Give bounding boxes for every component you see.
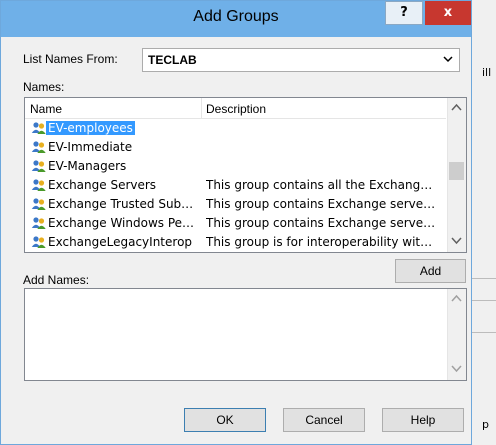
list-header: Name Description — [25, 98, 446, 119]
list-item-description: This group contains all the Exchange ser… — [206, 178, 438, 192]
list-item[interactable]: EV-Managers — [25, 157, 446, 176]
chevron-down-icon — [443, 56, 453, 63]
list-names-from-label: List Names From: — [23, 52, 118, 66]
names-list[interactable]: Name Description EV-employees EV-Immediat… — [24, 97, 467, 253]
list-item[interactable]: Exchange Trusted Subsystem This group con… — [25, 195, 446, 214]
scroll-down-button[interactable] — [448, 361, 465, 378]
group-users-icon — [31, 198, 46, 210]
chevron-up-icon — [451, 294, 462, 302]
list-item-description: This group contains Exchange servers tha… — [206, 216, 438, 230]
close-button[interactable]: x — [425, 1, 471, 25]
add-groups-dialog: Add Groups ? x List Names From: TECLAB N… — [0, 0, 472, 445]
list-item-name: EV-Managers — [48, 159, 127, 173]
group-users-icon — [31, 236, 46, 248]
group-users-icon — [31, 160, 46, 172]
list-names-from-value: TECLAB — [148, 53, 197, 67]
add-names-scrollbar[interactable] — [447, 289, 466, 380]
list-item-name: Exchange Windows Permissions — [48, 216, 198, 230]
list-item-name: Exchange Servers — [48, 178, 157, 192]
list-item-description: This group contains Exchange servers tha… — [206, 197, 438, 211]
background-text: ill — [482, 66, 492, 79]
background-divider — [470, 332, 496, 333]
scroll-down-button[interactable] — [448, 233, 465, 250]
vertical-scrollbar[interactable] — [447, 98, 466, 252]
help-button[interactable]: Help — [382, 408, 464, 432]
cancel-button[interactable]: Cancel — [283, 408, 365, 432]
add-names-textarea[interactable] — [24, 288, 467, 381]
list-item[interactable]: Exchange Windows Permissions This group c… — [25, 214, 446, 233]
column-separator[interactable] — [201, 98, 202, 118]
column-header-description[interactable]: Description — [206, 102, 266, 116]
add-button[interactable]: Add — [395, 259, 466, 283]
help-title-button[interactable]: ? — [385, 1, 423, 25]
scroll-up-button[interactable] — [448, 291, 465, 308]
list-item[interactable]: EV-Immediate — [25, 138, 446, 157]
list-item-name: ExchangeLegacyInterop — [48, 235, 193, 249]
list-item-name: Exchange Trusted Subsystem — [48, 197, 198, 211]
background-text: p — [482, 418, 489, 431]
ok-button[interactable]: OK — [184, 408, 266, 432]
chevron-up-icon — [451, 103, 462, 111]
background-divider — [470, 278, 496, 279]
list-item-name: EV-Immediate — [48, 140, 133, 154]
names-label: Names: — [23, 80, 65, 94]
group-users-icon — [31, 179, 46, 191]
chevron-down-icon — [451, 237, 462, 245]
add-names-label: Add Names: — [23, 273, 90, 287]
title-bar[interactable]: Add Groups ? x — [1, 1, 471, 37]
group-users-icon — [31, 141, 46, 153]
list-names-from-dropdown[interactable]: TECLAB — [142, 48, 460, 72]
group-users-icon — [31, 122, 46, 134]
scroll-up-button[interactable] — [448, 100, 465, 117]
chevron-down-icon — [451, 365, 462, 373]
list-item[interactable]: ExchangeLegacyInterop This group is for i… — [25, 233, 446, 252]
background-divider — [470, 300, 496, 301]
scroll-thumb[interactable] — [449, 162, 464, 180]
list-item[interactable]: EV-employees — [25, 119, 446, 138]
column-header-name[interactable]: Name — [30, 102, 62, 116]
list-item[interactable]: Exchange Servers This group contains all … — [25, 176, 446, 195]
group-users-icon — [31, 217, 46, 229]
list-item-name: EV-employees — [46, 121, 135, 135]
list-item-description: This group is for interoperability with … — [206, 235, 438, 249]
